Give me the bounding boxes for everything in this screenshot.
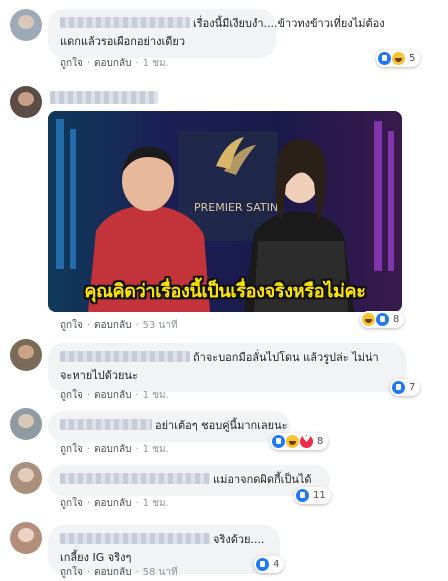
comment-actions: ถูกใจ · ตอบกลับ · 1 ชม. (60, 390, 169, 401)
comment-text: แม่อาจกดผิดกี้เป็นได้ (213, 473, 312, 486)
reply-link[interactable]: ตอบกลับ (94, 58, 131, 69)
reaction-summary[interactable]: 5 (376, 50, 421, 67)
like-link[interactable]: ถูกใจ (60, 498, 83, 509)
like-link[interactable]: ถูกใจ (60, 390, 83, 401)
commenter-name-blurred[interactable] (60, 533, 210, 544)
image-caption: คุณคิดว่าเรื่องนี้เป็นเรื่องจริงหรือไม่ค… (84, 281, 366, 302)
reaction-summary[interactable]: 11 (294, 487, 331, 504)
commenter-name-blurred[interactable] (60, 17, 190, 28)
reply-link[interactable]: ตอบกลับ (94, 444, 131, 455)
timestamp[interactable]: 1 ชม. (143, 498, 169, 509)
love-reaction-icon (300, 434, 313, 448)
comment-text: เกลี้ยง IG จริงๆ (60, 551, 132, 564)
haha-reaction-icon (392, 52, 405, 65)
commenter-name-blurred[interactable] (60, 473, 210, 484)
avatar[interactable] (10, 408, 42, 440)
commenter-name-blurred[interactable] (60, 419, 152, 430)
haha-reaction-icon (286, 435, 299, 448)
like-link[interactable]: ถูกใจ (60, 567, 83, 578)
brand-text: PREMIER SATIN (194, 201, 278, 214)
reaction-summary[interactable]: 7 (390, 379, 421, 396)
like-reaction-icon (392, 381, 405, 394)
reply-link[interactable]: ตอบกลับ (94, 498, 131, 509)
comment-bubble: เรื่องนี้มีเงียบงำ....ข้าวทงข้าวเที่ยงไม… (48, 9, 385, 58)
comment-text: จริงด้วย.... (213, 533, 265, 546)
comment-actions: ถูกใจ · ตอบกลับ · 53 นาที (60, 320, 178, 331)
comment-text: อย่าเต้อๆ ชอบคู่นี้มากเลยนะ (155, 419, 288, 432)
comment-actions: ถูกใจ · ตอบกลับ · 1 ชม. (60, 58, 169, 69)
avatar[interactable] (10, 462, 42, 494)
avatar[interactable] (10, 86, 42, 118)
like-reaction-icon (296, 489, 309, 502)
comment-actions: ถูกใจ · ตอบกลับ · 1 ชม. (60, 444, 169, 455)
comment-bubble: ถ้าจะบอกมือลั่นไปโดน แล้วรูปล่ะ ไม่น่า จ… (48, 343, 406, 392)
avatar[interactable] (10, 339, 42, 371)
comment-text: แดกแล้วรอเผือกอย่างเดียว (60, 35, 186, 48)
like-link[interactable]: ถูกใจ (60, 444, 83, 455)
comment-text: เรื่องนี้มีเงียบงำ....ข้าวทงข้าวเที่ยงไม… (193, 17, 385, 30)
commenter-name-blurred[interactable] (50, 91, 158, 104)
reaction-summary[interactable]: 8 (360, 311, 405, 328)
reply-link[interactable]: ตอบกลับ (94, 390, 131, 401)
like-link[interactable]: ถูกใจ (60, 320, 83, 331)
timestamp[interactable]: 1 ชม. (143, 444, 169, 455)
like-reaction-icon (378, 52, 391, 65)
reply-link[interactable]: ตอบกลับ (94, 320, 131, 331)
timestamp[interactable]: 53 นาที (143, 320, 178, 331)
comment-image[interactable]: PREMIER SATIN คุณคิดว่าเรื่องนี้เป็นเรื่… (48, 111, 402, 312)
like-reaction-icon (376, 313, 389, 326)
avatar[interactable] (10, 9, 42, 41)
timestamp[interactable]: 58 นาที (143, 567, 178, 578)
timestamp[interactable]: 1 ชม. (143, 390, 169, 401)
commenter-name-blurred[interactable] (60, 351, 190, 362)
comment-actions: ถูกใจ · ตอบกลับ · 58 นาที (60, 567, 178, 578)
like-reaction-icon (272, 435, 285, 448)
comment-actions: ถูกใจ · ตอบกลับ · 1 ชม. (60, 498, 169, 509)
avatar[interactable] (10, 522, 42, 554)
comment-bubble: แม่อาจกดผิดกี้เป็นได้ (48, 465, 330, 496)
comment-text: ถ้าจะบอกมือลั่นไปโดน แล้วรูปล่ะ ไม่น่า (193, 351, 379, 364)
timestamp[interactable]: 1 ชม. (143, 58, 169, 69)
reply-link[interactable]: ตอบกลับ (94, 567, 131, 578)
like-link[interactable]: ถูกใจ (60, 58, 83, 69)
reaction-summary[interactable]: 4 (254, 556, 285, 573)
reaction-summary[interactable]: 8 (270, 433, 329, 450)
haha-reaction-icon (362, 313, 375, 326)
like-reaction-icon (256, 558, 269, 571)
comment-text: จะหายไปด้วยนะ (60, 369, 138, 382)
comment-bubble: อย่าเต้อๆ ชอบคู่นี้มากเลยนะ (48, 411, 290, 442)
